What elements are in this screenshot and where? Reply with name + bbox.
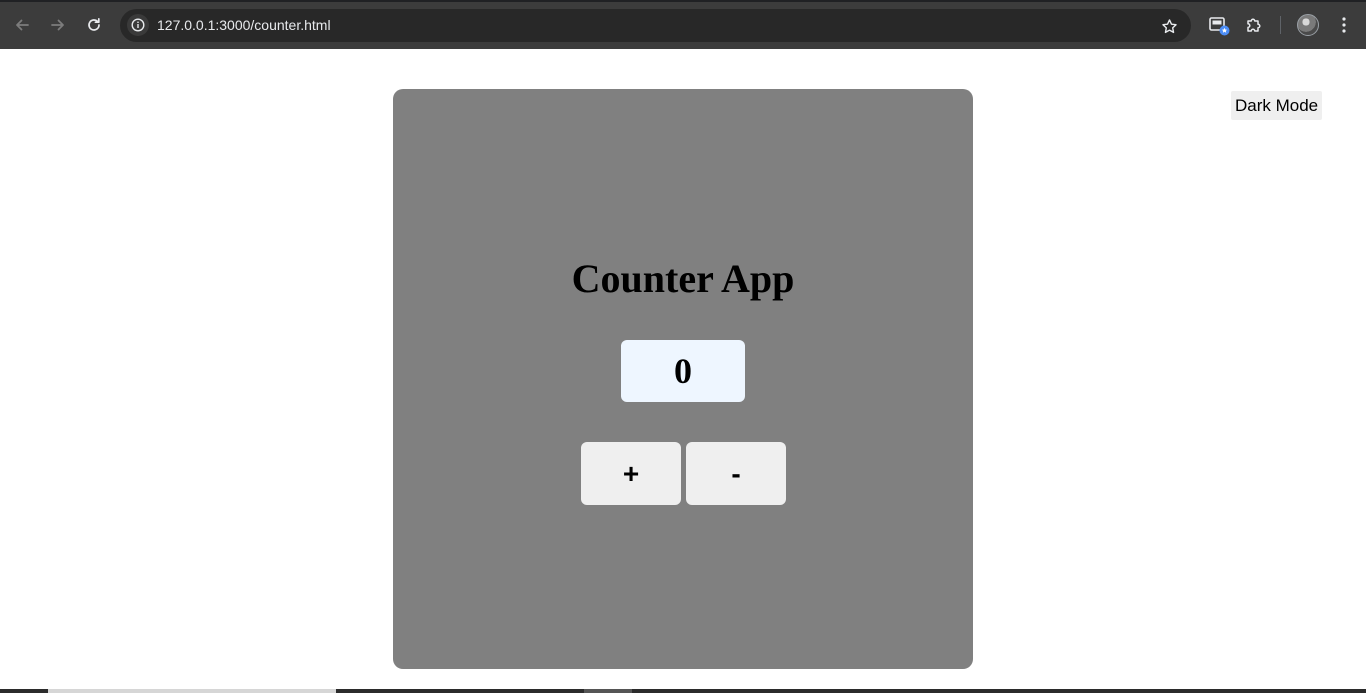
kebab-menu-icon: [1342, 17, 1346, 33]
puzzle-icon: [1247, 18, 1261, 32]
url-text[interactable]: 127.0.0.1:3000/counter.html: [157, 17, 331, 33]
decrement-button[interactable]: -: [686, 442, 786, 505]
extensions-button[interactable]: [1242, 13, 1266, 37]
star-icon: [1161, 18, 1177, 33]
browser-menu-button[interactable]: [1332, 13, 1356, 37]
page-content: Dark Mode Counter App 0 + -: [0, 49, 1366, 693]
tab-strip-edge: [0, 0, 1366, 2]
forward-button[interactable]: [46, 11, 70, 39]
address-bar[interactable]: 127.0.0.1:3000/counter.html: [120, 9, 1191, 42]
reload-icon: [88, 17, 100, 31]
app-title: Counter App: [571, 256, 795, 301]
reload-button[interactable]: [82, 11, 106, 39]
counter-value: 0: [621, 340, 745, 402]
info-icon: [131, 18, 145, 32]
bookmark-button[interactable]: [1159, 16, 1179, 36]
cast-icon: [1209, 17, 1230, 36]
taskbar-item-highlight: [48, 689, 336, 693]
browser-toolbar: 127.0.0.1:3000/counter.html: [0, 0, 1366, 49]
back-button[interactable]: [10, 11, 34, 39]
site-info-button[interactable]: [127, 14, 149, 36]
avatar[interactable]: [1297, 14, 1319, 36]
dark-mode-button[interactable]: Dark Mode: [1231, 91, 1323, 120]
increment-button[interactable]: +: [581, 442, 681, 505]
taskbar-edge: [0, 689, 1366, 693]
cast-button[interactable]: [1207, 13, 1231, 37]
taskbar-item: [584, 689, 632, 693]
arrow-right-icon: [51, 19, 64, 31]
counter-card: Counter App 0 + -: [393, 89, 973, 669]
toolbar-divider: [1280, 16, 1281, 34]
arrow-left-icon: [16, 19, 29, 31]
